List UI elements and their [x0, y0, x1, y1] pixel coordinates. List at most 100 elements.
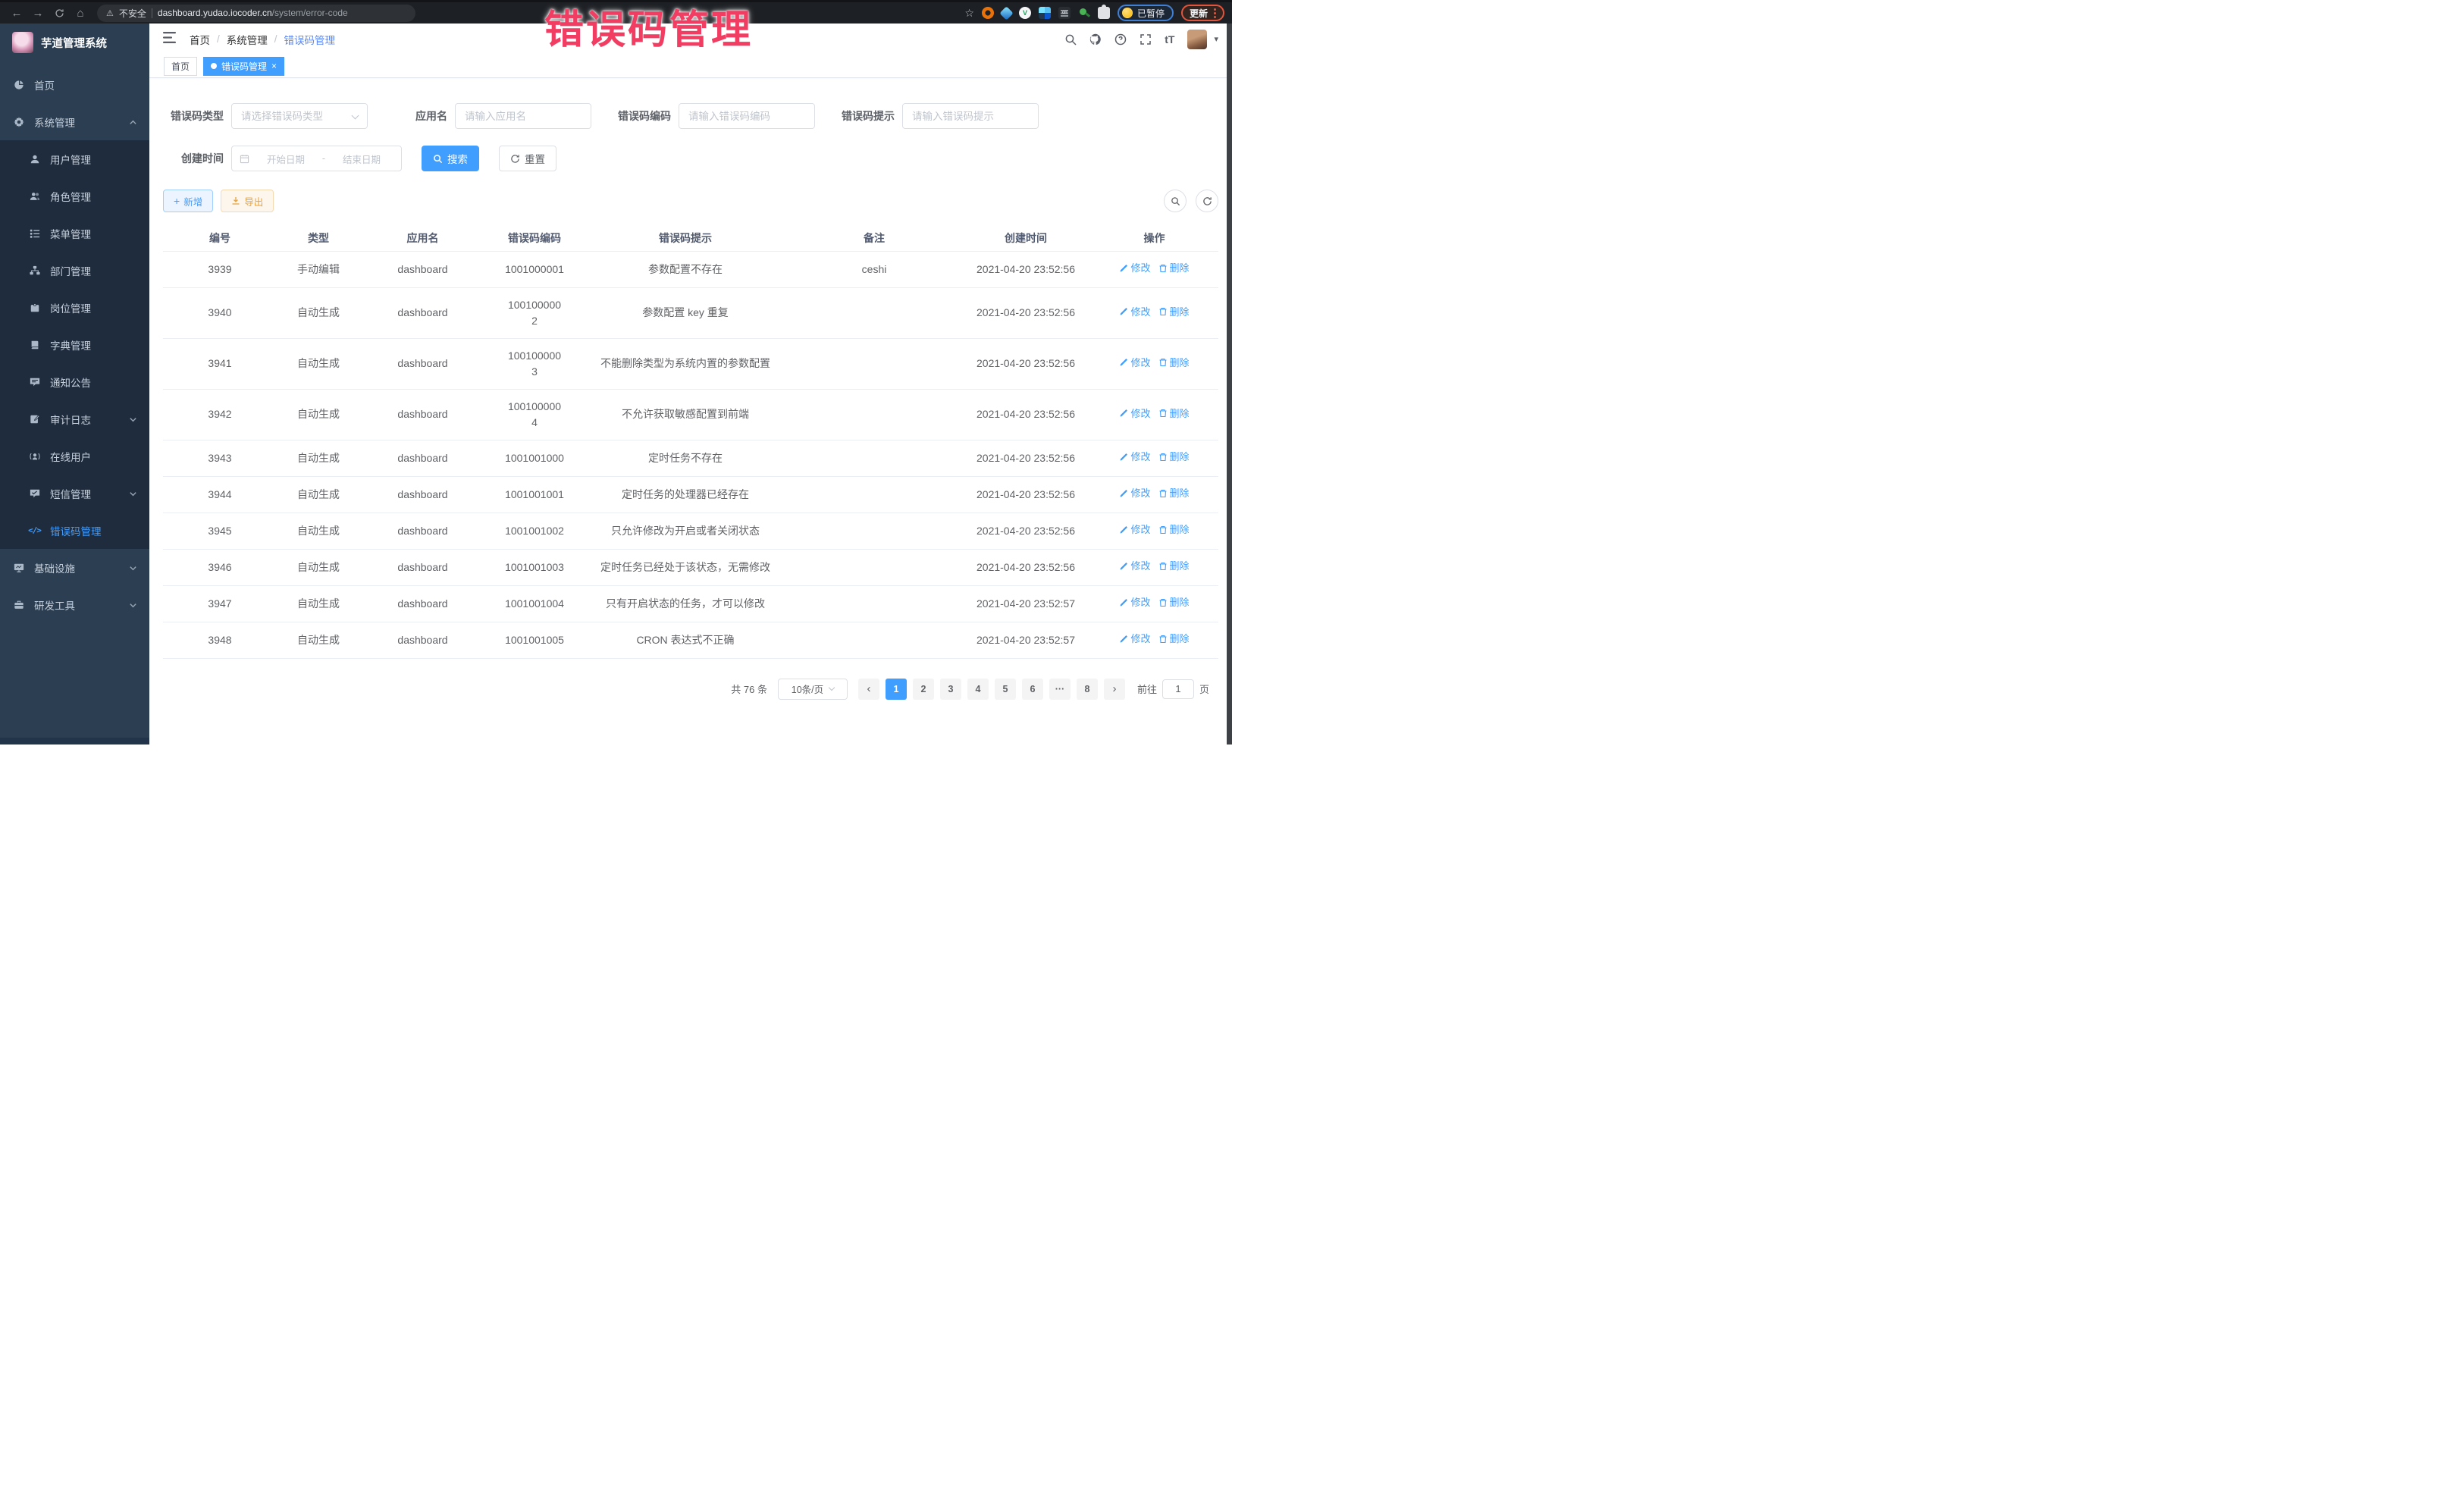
export-button[interactable]: 导出 — [221, 190, 274, 212]
calendar-icon — [240, 154, 249, 164]
extension-key-icon[interactable] — [1078, 7, 1090, 19]
page-size-select[interactable]: 10条/页 — [778, 679, 848, 700]
extension-vue-icon[interactable]: V — [1019, 7, 1031, 19]
refresh-button[interactable] — [1196, 190, 1218, 212]
address-bar[interactable]: ⚠ 不安全 dashboard.yudao.iocoder.cn/system/… — [97, 5, 415, 22]
sidebar-item-devtools[interactable]: 研发工具 — [0, 586, 149, 623]
edit-link[interactable]: 修改 — [1119, 595, 1150, 610]
col-type: 类型 — [277, 226, 360, 251]
app-name-input[interactable] — [455, 103, 591, 129]
page-button-6[interactable]: 6 — [1022, 679, 1043, 700]
tag-error-code[interactable]: 错误码管理 × — [203, 57, 284, 76]
error-code-input[interactable] — [679, 103, 815, 129]
edit-link[interactable]: 修改 — [1119, 522, 1150, 538]
cell-type: 自动生成 — [277, 476, 360, 513]
search-icon[interactable] — [1064, 33, 1077, 45]
date-range-picker[interactable]: 开始日期 - 结束日期 — [231, 146, 402, 171]
org-tree-icon — [29, 265, 40, 276]
sidebar-item-system[interactable]: 系统管理 — [0, 103, 149, 140]
page-button-8[interactable]: 8 — [1077, 679, 1098, 700]
delete-link[interactable]: 删除 — [1158, 559, 1190, 574]
next-page-button[interactable]: › — [1104, 679, 1125, 700]
delete-link[interactable]: 删除 — [1158, 356, 1190, 371]
github-icon[interactable] — [1089, 33, 1102, 45]
sidebar-item-online-users[interactable]: 在线用户 — [0, 437, 149, 475]
sidebar-item-users[interactable]: 用户管理 — [0, 140, 149, 177]
date-start-placeholder[interactable]: 开始日期 — [254, 152, 318, 166]
delete-link[interactable]: 删除 — [1158, 261, 1190, 276]
date-end-placeholder[interactable]: 结束日期 — [330, 152, 393, 166]
sidebar-item-departments[interactable]: 部门管理 — [0, 252, 149, 289]
sidebar-item-home[interactable]: 首页 — [0, 66, 149, 103]
sidebar-item-label: 在线用户 — [50, 449, 91, 464]
page-button-5[interactable]: 5 — [995, 679, 1016, 700]
paused-badge[interactable]: 已暂停 — [1118, 5, 1174, 21]
sidebar-item-sms[interactable]: 短信管理 — [0, 475, 149, 512]
page-scrollbar[interactable] — [1227, 24, 1232, 744]
cell-memo — [787, 549, 961, 585]
error-type-select[interactable] — [231, 103, 368, 129]
edit-link[interactable]: 修改 — [1119, 261, 1150, 276]
edit-link[interactable]: 修改 — [1119, 632, 1150, 647]
sidebar-item-error-code[interactable]: </> 错误码管理 — [0, 512, 149, 549]
extension-gem-icon[interactable] — [999, 6, 1013, 20]
close-icon[interactable]: × — [271, 61, 277, 71]
sidebar-item-notice[interactable]: 通知公告 — [0, 363, 149, 400]
sidebar-item-audit-log[interactable]: 审计日志 — [0, 400, 149, 437]
emoji-face-icon — [1122, 8, 1133, 18]
prev-page-button[interactable]: ‹ — [858, 679, 879, 700]
search-button[interactable]: 搜索 — [422, 146, 479, 171]
delete-link[interactable]: 删除 — [1158, 595, 1190, 610]
reset-button[interactable]: 重置 — [499, 146, 556, 171]
help-icon[interactable] — [1114, 33, 1127, 45]
edit-link[interactable]: 修改 — [1119, 356, 1150, 371]
app-logo-row[interactable]: 芋道管理系统 — [0, 24, 149, 61]
sidebar-item-posts[interactable]: 岗位管理 — [0, 289, 149, 326]
extension-orange-icon[interactable] — [982, 7, 994, 19]
update-button[interactable]: 更新 — [1181, 5, 1224, 21]
breadcrumb-system[interactable]: 系统管理 — [227, 32, 268, 47]
edit-link[interactable]: 修改 — [1119, 450, 1150, 465]
bookmark-star-icon[interactable]: ☆ — [964, 7, 974, 20]
home-icon[interactable]: ⌂ — [71, 8, 89, 19]
extensions-puzzle-icon[interactable] — [1098, 7, 1110, 19]
caret-down-icon[interactable]: ▾ — [1214, 34, 1218, 44]
sidebar-item-infra[interactable]: 基础设施 — [0, 549, 149, 586]
extension-grid-icon[interactable] — [1039, 7, 1051, 19]
hamburger-icon[interactable] — [163, 32, 176, 47]
edit-link[interactable]: 修改 — [1119, 305, 1150, 320]
avatar[interactable] — [1187, 30, 1207, 49]
page-button-3[interactable]: 3 — [940, 679, 961, 700]
edit-link[interactable]: 修改 — [1119, 406, 1150, 422]
back-icon[interactable]: ← — [8, 8, 26, 19]
sidebar-item-menus[interactable]: 菜单管理 — [0, 215, 149, 252]
error-type-select-input[interactable] — [231, 103, 368, 129]
delete-link[interactable]: 删除 — [1158, 406, 1190, 422]
reload-icon[interactable] — [50, 8, 68, 19]
page-button-1[interactable]: 1 — [886, 679, 907, 700]
page-button-4[interactable]: 4 — [967, 679, 989, 700]
toggle-search-button[interactable] — [1164, 190, 1187, 212]
page-ellipsis[interactable]: ··· — [1049, 679, 1071, 700]
add-button[interactable]: + 新增 — [163, 190, 213, 212]
edit-link[interactable]: 修改 — [1119, 486, 1150, 501]
goto-page-input[interactable] — [1162, 679, 1194, 699]
delete-link[interactable]: 删除 — [1158, 450, 1190, 465]
menu-dots-icon[interactable] — [1214, 12, 1216, 14]
fullscreen-icon[interactable] — [1140, 33, 1152, 45]
sidebar-item-roles[interactable]: 角色管理 — [0, 177, 149, 215]
error-msg-input[interactable] — [902, 103, 1039, 129]
forward-icon[interactable]: → — [29, 8, 47, 19]
edit-link[interactable]: 修改 — [1119, 559, 1150, 574]
page-button-2[interactable]: 2 — [913, 679, 934, 700]
breadcrumb-home[interactable]: 首页 — [190, 32, 210, 47]
delete-link[interactable]: 删除 — [1158, 522, 1190, 538]
delete-link[interactable]: 删除 — [1158, 632, 1190, 647]
extension-tampermonkey-icon[interactable]: on — [1058, 7, 1071, 19]
sidebar-item-dict[interactable]: 字典管理 — [0, 326, 149, 363]
delete-link[interactable]: 删除 — [1158, 486, 1190, 501]
delete-link[interactable]: 删除 — [1158, 305, 1190, 320]
tag-home[interactable]: 首页 — [164, 57, 197, 76]
font-size-icon[interactable]: tT — [1165, 33, 1174, 45]
cell-time: 2021-04-20 23:52:56 — [961, 476, 1090, 513]
